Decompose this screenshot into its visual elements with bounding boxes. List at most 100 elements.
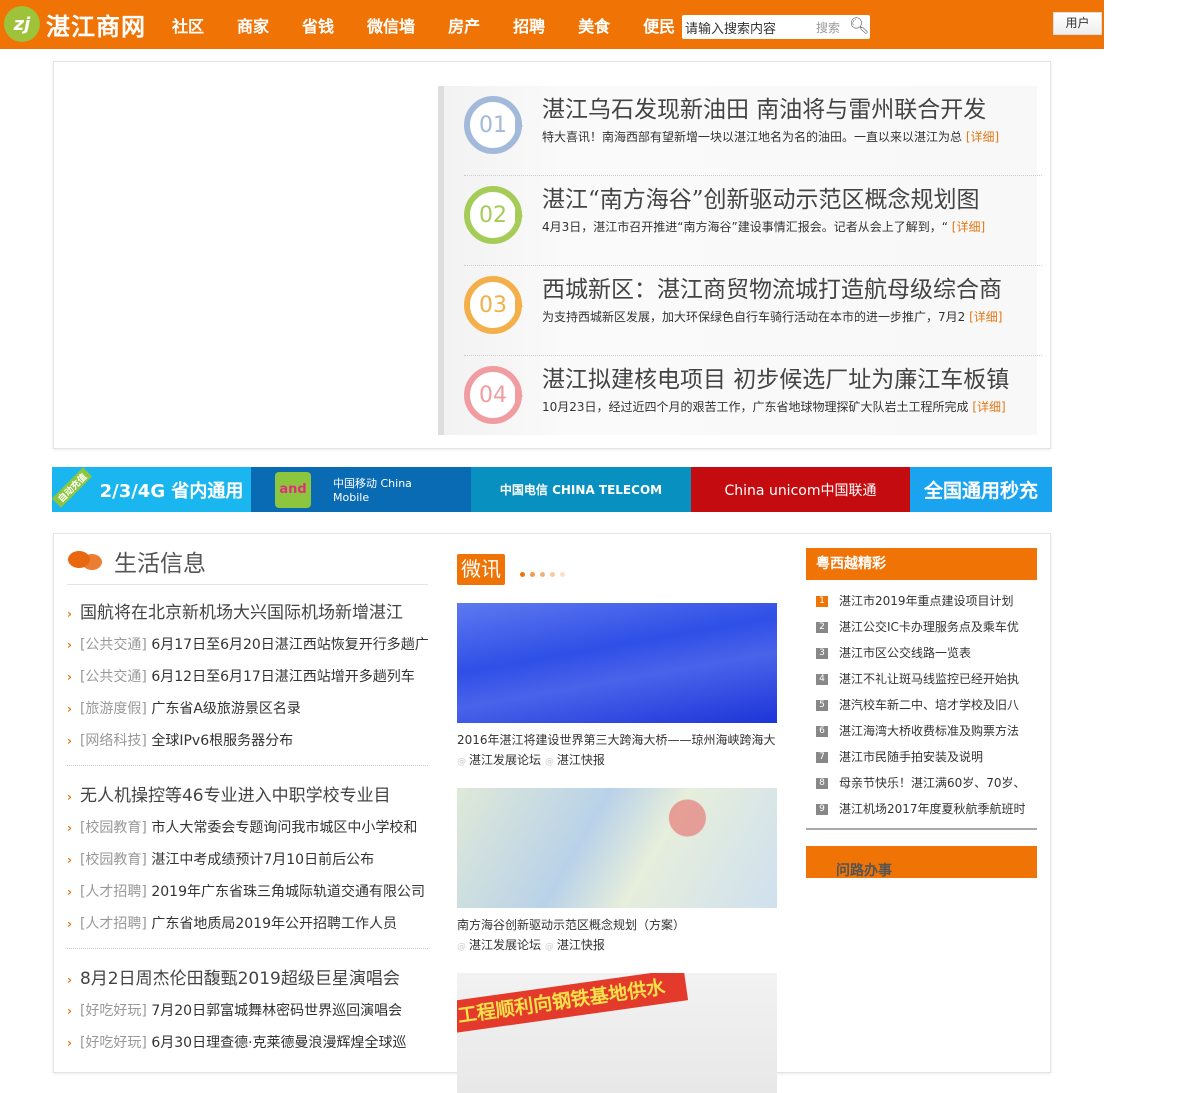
list-item[interactable]: › [人才招聘] 2019年广东省珠三角城际轨道交通有限公司 bbox=[67, 876, 428, 908]
detail-link[interactable]: [详细] bbox=[966, 130, 999, 144]
bridge-sea-image[interactable] bbox=[457, 603, 777, 723]
list-item[interactable]: › [校园教育] 湛江中考成绩预计7月10日前后公布 bbox=[67, 844, 428, 876]
sidebar-item[interactable]: 7 湛江市民随手拍安装及说明 bbox=[806, 744, 1037, 770]
water-supply-photo[interactable]: 工程顺利向钢铁基地供水 bbox=[457, 973, 777, 1093]
search-icon[interactable]: 🔍︎ bbox=[849, 16, 869, 35]
category-label[interactable]: [校园教育] bbox=[80, 820, 147, 836]
sidebar-item-text[interactable]: 湛江海湾大桥收费标准及购票方法 bbox=[839, 724, 1019, 738]
tag-link[interactable]: 湛江发展论坛 bbox=[469, 753, 541, 767]
list-item[interactable]: › [公共交通] 6月12日至6月17日湛江西站增开多趟列车 bbox=[67, 661, 428, 693]
sidebar-item[interactable]: 2 湛江公交IC卡办理服务点及乘车优 bbox=[806, 614, 1037, 640]
item-text[interactable]: 广东省地质局2019年公开招聘工作人员 bbox=[151, 916, 397, 932]
recharge-banner[interactable]: 自动充值 2/3/4G 省内通用 and 中国移动 China Mobile 中… bbox=[51, 467, 1052, 512]
lower-content: 生活信息 › 国航将在北京新机场大兴国际机场新增湛江 › [公共交通] 6月17日至6… bbox=[53, 533, 1051, 1093]
category-label[interactable]: [公共交通] bbox=[80, 637, 147, 653]
detail-link[interactable]: [详细] bbox=[952, 220, 985, 234]
headline-text[interactable]: 无人机操控等46专业进入中职学校专业目 bbox=[80, 786, 391, 806]
item-text[interactable]: 6月17日至6月20日湛江西站恢复开行多趟广 bbox=[151, 637, 428, 653]
featured-item[interactable]: 03 西城新区：湛江商贸物流城打造航母级综合商 为支持西城新区发展，加大环保绿色… bbox=[464, 266, 1042, 356]
featured-item[interactable]: 02 湛江“南方海谷”创新驱动示范区概念规划图 4月3日，湛江市召开推进“南方海… bbox=[464, 176, 1042, 266]
site-name: 湛江商网 bbox=[46, 12, 146, 41]
list-item[interactable]: › [校园教育] 市人大常委会专题询问我市城区中小学校和 bbox=[67, 812, 428, 844]
list-item[interactable]: › [好吃好玩] 7月20日郭富城舞林密码世界巡回演唱会 bbox=[67, 995, 428, 1027]
item-text[interactable]: 广东省A级旅游景区名录 bbox=[151, 701, 301, 717]
item-text[interactable]: 2019年广东省珠三角城际轨道交通有限公司 bbox=[151, 884, 425, 900]
sidebar-item[interactable]: 4 湛江不礼让斑马线监控已经开始执 bbox=[806, 666, 1037, 692]
sidebar-item[interactable]: 9 湛江机场2017年度夏秋航季航班时 bbox=[806, 796, 1037, 822]
search-button[interactable]: 搜索 bbox=[816, 19, 840, 36]
tag-link[interactable]: 湛江快报 bbox=[557, 938, 605, 952]
category-label[interactable]: [网络科技] bbox=[80, 733, 147, 749]
nav-meishi[interactable]: 美食 bbox=[578, 13, 610, 37]
main-nav: 社区 商家 省钱 微信墙 房产 招聘 美食 便民 bbox=[172, 0, 708, 49]
sidebar-item-text[interactable]: 母亲节快乐！湛江满60岁、70岁、 bbox=[839, 776, 1026, 790]
item-text[interactable]: 市人大常委会专题询问我市城区中小学校和 bbox=[151, 820, 417, 836]
card-caption[interactable]: 南方海谷创新驱动示范区概念规划（方案） bbox=[457, 916, 777, 933]
featured-title[interactable]: 西城新区：湛江商贸物流城打造航母级综合商 bbox=[542, 270, 1002, 304]
item-text[interactable]: 6月30日理查德·克莱德曼浪漫辉煌全球巡 bbox=[151, 1035, 406, 1051]
nav-shequ[interactable]: 社区 bbox=[172, 13, 204, 37]
featured-item[interactable]: 04 湛江拟建核电项目 初步候选厂址为廉江车板镇 10月23日，经过近四个月的艰… bbox=[464, 356, 1042, 446]
life-group: › 国航将在北京新机场大兴国际机场新增湛江 › [公共交通] 6月17日至6月20日湛… bbox=[67, 597, 428, 766]
divider bbox=[67, 584, 428, 585]
tag-link[interactable]: 湛江发展论坛 bbox=[469, 938, 541, 952]
search-input[interactable] bbox=[682, 15, 807, 39]
detail-link[interactable]: [详细] bbox=[972, 400, 1005, 414]
sidebar-item-text[interactable]: 湛江市2019年重点建设项目计划 bbox=[839, 594, 1014, 608]
category-label[interactable]: [好吃好玩] bbox=[80, 1003, 147, 1019]
rank-badge: 7 bbox=[816, 752, 828, 763]
news-card[interactable]: 2016年湛江将建设世界第三大跨海大桥——琼州海峡跨海大 @ 湛江发展论坛 @ 湛江… bbox=[457, 603, 777, 768]
category-label[interactable]: [校园教育] bbox=[80, 852, 147, 868]
nav-fangchan[interactable]: 房产 bbox=[448, 13, 480, 37]
featured-item[interactable]: 01 湛江乌石发现新油田 南油将与雷州联合开发 特大喜讯！南海西部有望新增一块以… bbox=[464, 86, 1042, 176]
nav-shangjia[interactable]: 商家 bbox=[237, 13, 269, 37]
category-label[interactable]: [人才招聘] bbox=[80, 916, 147, 932]
sidebar-item-text[interactable]: 湛江市民随手拍安装及说明 bbox=[839, 750, 983, 764]
sidebar-item-text[interactable]: 湛江公交IC卡办理服务点及乘车优 bbox=[839, 620, 1019, 634]
nav-shengqian[interactable]: 省钱 bbox=[302, 13, 334, 37]
detail-link[interactable]: [详细] bbox=[969, 310, 1002, 324]
group-headline[interactable]: › 8月2日周杰伦田馥甄2019超级巨星演唱会 bbox=[67, 963, 428, 995]
group-headline[interactable]: › 国航将在北京新机场大兴国际机场新增湛江 bbox=[67, 597, 428, 629]
headline-text[interactable]: 国航将在北京新机场大兴国际机场新增湛江 bbox=[80, 603, 403, 623]
featured-title[interactable]: 湛江拟建核电项目 初步候选厂址为廉江车板镇 bbox=[542, 360, 1009, 394]
item-text[interactable]: 全球IPv6根服务器分布 bbox=[151, 733, 293, 749]
category-label[interactable]: [公共交通] bbox=[80, 669, 147, 685]
rank-badge: 1 bbox=[816, 596, 828, 607]
list-item[interactable]: › [旅游度假] 广东省A级旅游景区名录 bbox=[67, 693, 428, 725]
news-card[interactable]: 工程顺利向钢铁基地供水 bbox=[457, 973, 777, 1093]
category-label[interactable]: [人才招聘] bbox=[80, 884, 147, 900]
sidebar-item-text[interactable]: 湛江机场2017年度夏秋航季航班时 bbox=[839, 802, 1026, 816]
list-item[interactable]: › [网络科技] 全球IPv6根服务器分布 bbox=[67, 725, 428, 757]
nav-zhaopin[interactable]: 招聘 bbox=[513, 13, 545, 37]
sidebar-item[interactable]: 6 湛江海湾大桥收费标准及购票方法 bbox=[806, 718, 1037, 744]
sidebar-item-text[interactable]: 湛汽校车新二中、培才学校及旧八 bbox=[839, 698, 1019, 712]
sidebar-item[interactable]: 3 湛江市区公交线路一览表 bbox=[806, 640, 1037, 666]
card-caption[interactable]: 2016年湛江将建设世界第三大跨海大桥——琼州海峡跨海大 bbox=[457, 731, 777, 748]
group-headline[interactable]: › 无人机操控等46专业进入中职学校专业目 bbox=[67, 780, 428, 812]
featured-title[interactable]: 湛江乌石发现新油田 南油将与雷州联合开发 bbox=[542, 90, 986, 124]
sidebar-item-text[interactable]: 湛江不礼让斑马线监控已经开始执 bbox=[839, 672, 1019, 686]
item-text[interactable]: 6月12日至6月17日湛江西站增开多趟列车 bbox=[151, 669, 414, 685]
sidebar-item[interactable]: 1 湛江市2019年重点建设项目计划 bbox=[806, 588, 1037, 614]
list-item[interactable]: › [公共交通] 6月17日至6月20日湛江西站恢复开行多趟广 bbox=[67, 629, 428, 661]
sidebar-item[interactable]: 8 母亲节快乐！湛江满60岁、70岁、 bbox=[806, 770, 1037, 796]
nav-bianmin[interactable]: 便民 bbox=[643, 13, 675, 37]
list-item[interactable]: › [人才招聘] 广东省地质局2019年公开招聘工作人员 bbox=[67, 908, 428, 940]
news-card[interactable]: 南方海谷创新驱动示范区概念规划（方案） @ 湛江发展论坛 @ 湛江快报 bbox=[457, 788, 777, 953]
sidebar-item-text[interactable]: 湛江市区公交线路一览表 bbox=[839, 646, 971, 660]
featured-title[interactable]: 湛江“南方海谷”创新驱动示范区概念规划图 bbox=[542, 180, 980, 214]
site-logo[interactable]: zj 湛江商网 bbox=[4, 6, 146, 42]
item-text[interactable]: 湛江中考成绩预计7月10日前后公布 bbox=[151, 852, 374, 868]
tag-link[interactable]: 湛江快报 bbox=[557, 753, 605, 767]
arrow-icon: › bbox=[67, 638, 72, 652]
item-text[interactable]: 7月20日郭富城舞林密码世界巡回演唱会 bbox=[151, 1003, 402, 1019]
nav-weixinqiang[interactable]: 微信墙 bbox=[367, 13, 415, 37]
sidebar-item[interactable]: 5 湛汽校车新二中、培才学校及旧八 bbox=[806, 692, 1037, 718]
planning-map-image[interactable] bbox=[457, 788, 777, 908]
category-label[interactable]: [好吃好玩] bbox=[80, 1035, 147, 1051]
headline-text[interactable]: 8月2日周杰伦田馥甄2019超级巨星演唱会 bbox=[80, 969, 400, 989]
list-item[interactable]: › [好吃好玩] 6月30日理查德·克莱德曼浪漫辉煌全球巡 bbox=[67, 1027, 428, 1059]
user-button[interactable]: 用户 bbox=[1053, 12, 1102, 35]
category-label[interactable]: [旅游度假] bbox=[80, 701, 147, 717]
